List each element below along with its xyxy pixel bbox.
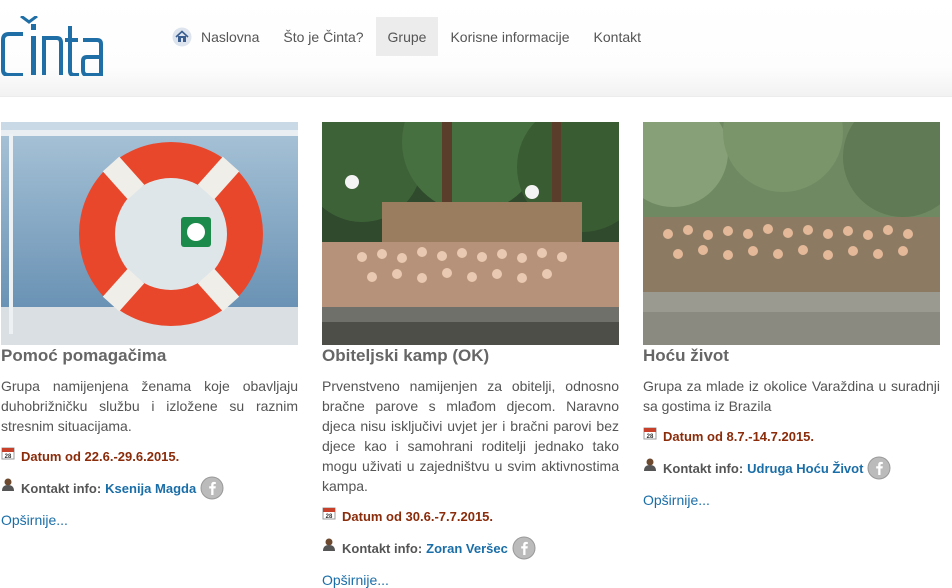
site-logo[interactable] <box>1 16 103 76</box>
group-description: Grupa za mlade iz okolice Varaždina u su… <box>643 378 940 414</box>
calendar-icon: 28 <box>643 427 657 440</box>
nav-label: Kontakt <box>593 28 642 45</box>
calendar-icon: 28 <box>322 507 336 520</box>
nav-item-naslovna[interactable]: Naslovna <box>160 17 271 56</box>
person-icon <box>323 538 335 551</box>
nav-item-sto-je-cinta[interactable]: Što je Činta? <box>271 17 375 56</box>
nav-item-korisne-informacije[interactable]: Korisne informacije <box>438 17 581 56</box>
read-more-link[interactable]: Opširnije... <box>322 572 619 588</box>
group-card: Obiteljski kamp (OK) Prvenstveno namijen… <box>322 122 619 588</box>
person-icon <box>2 478 14 491</box>
group-card: Pomoć pomagačima Grupa namijenjena ženam… <box>1 122 298 528</box>
contact-link[interactable]: Udruga Hoću Život <box>747 461 863 476</box>
read-more-link[interactable]: Opširnije... <box>1 512 298 528</box>
cinta-logo-graphic <box>1 16 103 76</box>
group-photo[interactable] <box>322 122 619 345</box>
group-title[interactable]: Hoću život <box>643 346 940 366</box>
group-date: 28 Datum od 30.6.-7.7.2015. <box>322 506 619 526</box>
group-card: Hoću život Grupa za mlade iz okolice Var… <box>643 122 940 508</box>
nav-item-grupe[interactable]: Grupe <box>375 17 439 56</box>
group-title[interactable]: Obiteljski kamp (OK) <box>322 346 619 366</box>
group-contact: Kontakt info: Zoran Veršec <box>322 536 619 560</box>
group-contact: Kontakt info: Udruga Hoću Život <box>643 456 940 480</box>
date-text: Datum od 22.6.-29.6.2015. <box>21 448 180 464</box>
lifebuoy-photo <box>1 122 298 345</box>
nav-label: Korisne informacije <box>450 28 570 45</box>
home-icon <box>172 27 192 46</box>
svg-text:28: 28 <box>647 434 654 440</box>
contact-label: Kontakt info: <box>342 540 423 556</box>
group-description: Prvenstveno namijenjen za obitelji, odno… <box>322 378 619 494</box>
main-nav: Naslovna Što je Činta? Grupe Korisne inf… <box>160 17 653 56</box>
group-description: Grupa namijenjena ženama koje obavljaju … <box>1 378 298 434</box>
contact-label: Kontakt info: <box>663 460 744 476</box>
contact-link[interactable]: Ksenija Magda <box>105 481 196 496</box>
calendar-icon: 28 <box>1 447 15 460</box>
person-icon <box>644 458 656 471</box>
group-title[interactable]: Pomoć pomagačima <box>1 346 298 366</box>
read-more-link[interactable]: Opširnije... <box>643 492 940 508</box>
nav-item-kontakt[interactable]: Kontakt <box>582 17 653 56</box>
contact-label: Kontakt info: <box>21 480 102 496</box>
group-date: 28 Datum od 8.7.-14.7.2015. <box>643 426 940 446</box>
facebook-icon[interactable] <box>867 456 891 480</box>
date-text: Datum od 8.7.-14.7.2015. <box>663 428 815 444</box>
nav-label: Što je Činta? <box>283 28 364 45</box>
contact-link[interactable]: Zoran Veršec <box>426 541 508 556</box>
nav-label: Grupe <box>387 28 427 45</box>
youth-group-photo <box>643 122 940 345</box>
facebook-icon[interactable] <box>512 536 536 560</box>
nav-label: Naslovna <box>201 28 260 45</box>
facebook-icon[interactable] <box>200 476 224 500</box>
date-text: Datum od 30.6.-7.7.2015. <box>342 508 494 524</box>
group-date: 28 Datum od 22.6.-29.6.2015. <box>1 446 298 466</box>
group-contact: Kontakt info: Ksenija Magda <box>1 476 298 500</box>
svg-text:28: 28 <box>5 454 12 460</box>
group-photo[interactable] <box>1 122 298 345</box>
svg-text:28: 28 <box>326 514 333 520</box>
group-photo[interactable] <box>643 122 940 345</box>
site-header: Naslovna Što je Činta? Grupe Korisne inf… <box>0 0 952 97</box>
family-camp-photo <box>322 122 619 345</box>
